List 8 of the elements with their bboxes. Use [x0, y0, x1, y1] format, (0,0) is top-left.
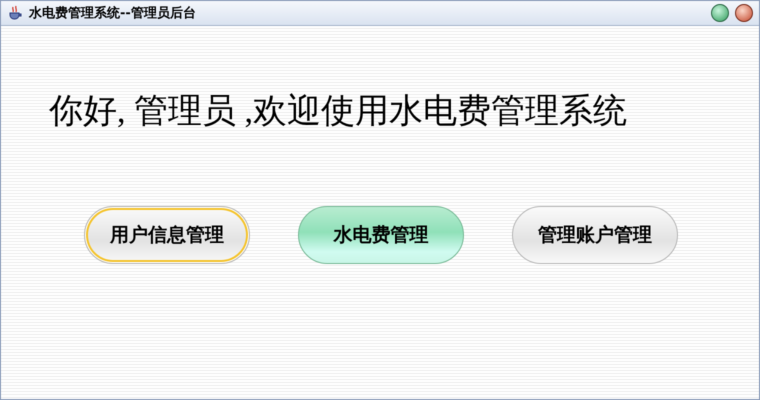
welcome-heading: 你好, 管理员 ,欢迎使用水电费管理系统: [49, 92, 628, 132]
close-button[interactable]: [735, 4, 753, 22]
cup-icon: [7, 5, 23, 21]
minimize-button[interactable]: [711, 4, 729, 22]
menu-button[interactable]: 管理账户管理: [512, 206, 678, 264]
menu-button[interactable]: 水电费管理: [298, 206, 464, 264]
window-title: 水电费管理系统--管理员后台: [29, 4, 197, 22]
menu-button[interactable]: 用户信息管理: [84, 206, 250, 264]
